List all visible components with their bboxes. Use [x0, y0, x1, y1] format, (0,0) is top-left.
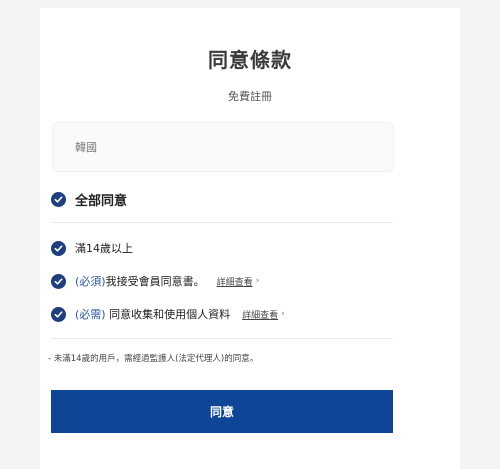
chevron-right-icon[interactable]: ›: [256, 276, 260, 286]
agreement-item-age[interactable]: 滿14歲以上: [51, 240, 133, 256]
agreement-item-text: 同意收集和使用個人資料: [105, 308, 231, 321]
check-circle-icon[interactable]: [51, 306, 66, 322]
agreement-item-text: 我接受會員同意書。: [105, 275, 205, 288]
divider: [51, 338, 393, 339]
required-tag: (必須): [75, 275, 106, 288]
view-details-link[interactable]: 詳細查看: [217, 275, 253, 288]
page-title: 同意條款: [208, 48, 292, 72]
check-circle-icon[interactable]: [51, 192, 66, 207]
agreement-item-privacy[interactable]: (必需) 同意收集和使用個人資料 詳細查看 ›: [51, 306, 285, 322]
check-circle-icon[interactable]: [51, 273, 66, 289]
view-details-link[interactable]: 詳細查看: [242, 308, 278, 321]
agreement-item-label: (必須)我接受會員同意書。: [75, 273, 205, 289]
divider: [51, 222, 393, 223]
agreement-item-membership[interactable]: (必須)我接受會員同意書。 詳細查看 ›: [51, 273, 259, 289]
chevron-right-icon[interactable]: ›: [281, 309, 285, 319]
agree-all-row[interactable]: 全部同意: [51, 190, 127, 209]
agree-all-label: 全部同意: [75, 194, 128, 209]
page-subtitle: 免費註冊: [228, 90, 272, 103]
agreement-item-label: 滿14歲以上: [75, 242, 133, 255]
required-tag: (必需): [75, 308, 106, 321]
agreement-item-label: (必需) 同意收集和使用個人資料: [75, 306, 230, 322]
agree-button[interactable]: 同意: [51, 390, 393, 433]
country-field[interactable]: 韓國: [52, 122, 394, 172]
check-circle-icon[interactable]: [51, 240, 66, 256]
age-notice: - 未滿14歲的用戶，需經過監護人(法定代理人)的同意。: [48, 354, 259, 364]
